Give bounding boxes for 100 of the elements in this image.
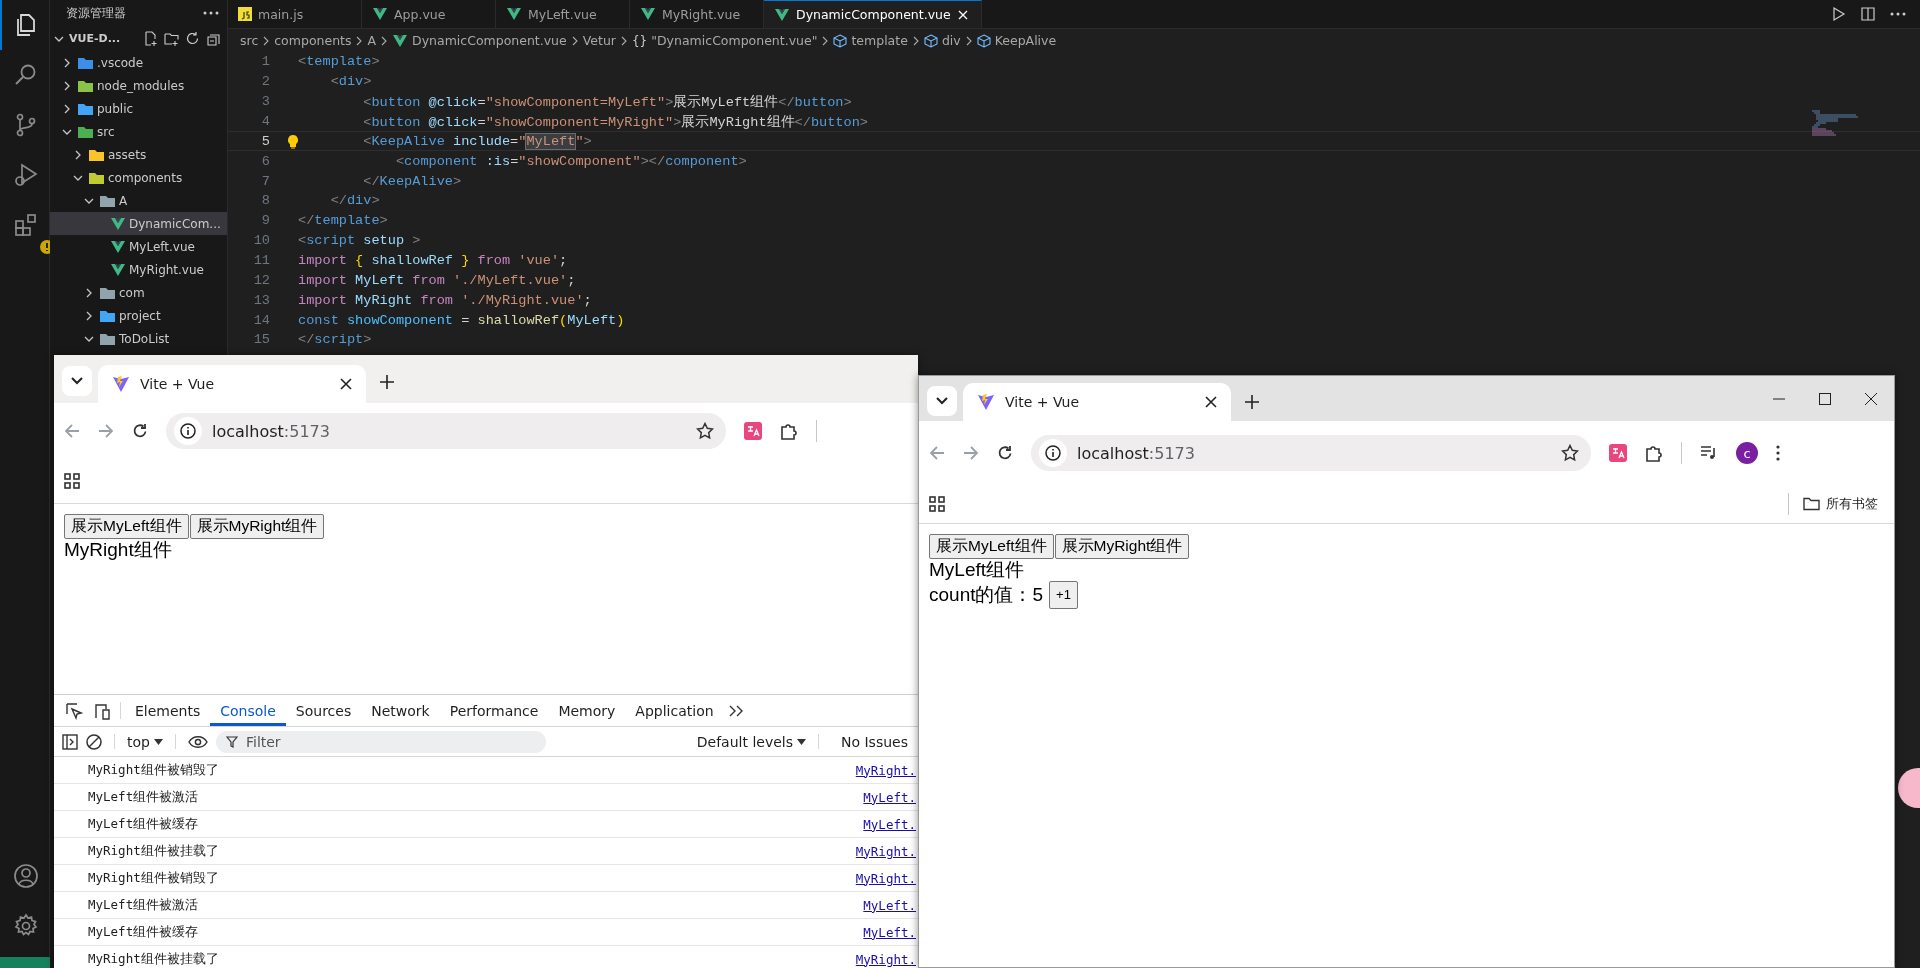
folder-item[interactable]: src bbox=[50, 120, 227, 143]
source-link[interactable]: MyRight. bbox=[855, 762, 918, 778]
file-item[interactable]: MyRight.vue bbox=[50, 258, 227, 281]
source-link[interactable]: MyLeft. bbox=[863, 924, 918, 940]
translate-icon[interactable] bbox=[1609, 444, 1627, 462]
puzzle-icon[interactable] bbox=[1645, 444, 1663, 462]
context-dropdown[interactable]: top bbox=[127, 733, 163, 750]
lightbulb-icon[interactable] bbox=[286, 134, 300, 151]
browser-tab[interactable]: Vite + Vue bbox=[963, 383, 1231, 421]
breadcrumb-item[interactable]: src bbox=[240, 33, 259, 48]
breadcrumb-item[interactable]: KeepAlive bbox=[994, 33, 1057, 48]
page-button[interactable]: 展示MyRight组件 bbox=[189, 514, 325, 539]
back-icon[interactable] bbox=[64, 423, 80, 439]
new-folder-icon[interactable] bbox=[164, 31, 179, 46]
increment-button[interactable]: +1 bbox=[1049, 581, 1078, 609]
media-icon[interactable] bbox=[1700, 445, 1718, 461]
devtools-tab[interactable]: Performance bbox=[439, 695, 549, 726]
more-icon[interactable] bbox=[203, 11, 219, 15]
star-icon[interactable] bbox=[1561, 444, 1579, 462]
project-name[interactable]: VUE-D... bbox=[69, 32, 140, 45]
breadcrumb-item[interactable]: components bbox=[274, 33, 352, 48]
reload-icon[interactable] bbox=[997, 445, 1013, 461]
sidebar-icon[interactable] bbox=[62, 733, 78, 750]
breadcrumb-item[interactable]: A bbox=[367, 33, 377, 48]
devtools-tab[interactable]: Console bbox=[210, 695, 286, 726]
folder-item[interactable]: ToDoList bbox=[50, 327, 227, 350]
translate-icon[interactable] bbox=[744, 422, 762, 440]
breadcrumb-item[interactable]: DynamicComponent.vue bbox=[412, 33, 567, 48]
folder-item[interactable]: .vscode bbox=[50, 51, 227, 74]
more-icon[interactable] bbox=[1890, 12, 1906, 16]
folder-item[interactable]: A bbox=[50, 189, 227, 212]
apps-icon[interactable] bbox=[929, 496, 945, 512]
devtools-tab[interactable]: Memory bbox=[548, 695, 626, 726]
new-file-icon[interactable] bbox=[143, 31, 158, 46]
devtools-tab[interactable]: Network bbox=[361, 695, 440, 726]
source-link[interactable]: MyRight. bbox=[855, 870, 918, 886]
extensions-icon[interactable] bbox=[12, 212, 39, 238]
close-icon[interactable] bbox=[340, 378, 352, 390]
refresh-icon[interactable] bbox=[185, 31, 200, 46]
source-link[interactable]: MyLeft. bbox=[863, 816, 918, 832]
file-item[interactable]: MyLeft.vue bbox=[50, 235, 227, 258]
address-bar[interactable]: localhost:5173 bbox=[166, 413, 726, 449]
new-tab-icon[interactable] bbox=[380, 375, 394, 389]
source-link[interactable]: MyRight. bbox=[855, 951, 918, 967]
star-icon[interactable] bbox=[696, 422, 714, 440]
page-button[interactable]: 展示MyLeft组件 bbox=[929, 534, 1054, 559]
code-line: </div> bbox=[329, 193, 380, 209]
new-tab-icon[interactable] bbox=[1245, 394, 1259, 409]
more-icon[interactable] bbox=[1776, 445, 1780, 461]
inspect-icon[interactable] bbox=[65, 701, 83, 720]
clear-console-icon[interactable] bbox=[86, 733, 102, 750]
folder-item[interactable]: com bbox=[50, 281, 227, 304]
all-bookmarks-button[interactable]: 所有书签 bbox=[1799, 493, 1882, 515]
editor-tab[interactable]: DynamicComponent.vue bbox=[764, 0, 982, 28]
puzzle-icon[interactable] bbox=[780, 422, 798, 440]
filter-field[interactable]: Filter bbox=[215, 730, 546, 753]
back-icon[interactable] bbox=[929, 445, 945, 461]
device-toolbar-icon[interactable] bbox=[93, 701, 111, 720]
account-icon[interactable] bbox=[12, 863, 39, 889]
folder-item[interactable]: project bbox=[50, 304, 227, 327]
folder-item[interactable]: assets bbox=[50, 143, 227, 166]
forward-icon[interactable] bbox=[963, 445, 979, 461]
minimize-icon bbox=[1773, 397, 1785, 400]
breadcrumb-item[interactable]: Vetur bbox=[582, 33, 616, 48]
source-link[interactable]: MyRight. bbox=[855, 843, 918, 859]
devtools-tab[interactable]: Sources bbox=[285, 695, 362, 726]
more-tabs-icon[interactable] bbox=[728, 704, 743, 717]
page-button[interactable]: 展示MyRight组件 bbox=[1054, 534, 1190, 559]
breadcrumb-item[interactable]: "DynamicComponent.vue" bbox=[651, 33, 818, 48]
close-icon[interactable] bbox=[1205, 396, 1217, 408]
source-link[interactable]: MyLeft. bbox=[863, 897, 918, 913]
devtools-tab[interactable]: Application bbox=[625, 695, 724, 726]
folder-item[interactable]: public bbox=[50, 97, 227, 120]
source-link[interactable]: MyLeft. bbox=[863, 789, 918, 805]
apps-icon[interactable] bbox=[64, 473, 80, 489]
collapse-icon[interactable] bbox=[206, 31, 221, 46]
site-info-icon[interactable] bbox=[1039, 439, 1067, 467]
page-button[interactable]: 展示MyLeft组件 bbox=[64, 514, 189, 539]
site-info-icon[interactable] bbox=[174, 417, 202, 445]
tab-search-button[interactable] bbox=[927, 385, 957, 416]
devtools-tab[interactable]: Elements bbox=[125, 695, 211, 726]
reload-icon[interactable] bbox=[132, 423, 148, 439]
address-bar[interactable]: localhost:5173 bbox=[1031, 435, 1591, 471]
eye-icon[interactable] bbox=[187, 734, 208, 749]
browser-tab[interactable]: Vite + Vue bbox=[98, 365, 366, 403]
split-editor-icon[interactable] bbox=[1860, 6, 1876, 22]
file-item[interactable]: DynamicCom... bbox=[50, 212, 227, 235]
breadcrumb-item[interactable]: div bbox=[941, 33, 961, 48]
tab-search-button[interactable] bbox=[62, 366, 92, 396]
close-icon[interactable] bbox=[956, 8, 969, 21]
folder-item[interactable]: components bbox=[50, 166, 227, 189]
run-debug-icon[interactable] bbox=[12, 162, 39, 188]
settings-icon[interactable] bbox=[12, 913, 39, 939]
breadcrumb-item[interactable]: template bbox=[851, 33, 908, 48]
issues-button[interactable]: No Issues bbox=[831, 733, 918, 750]
profile-avatar[interactable]: c bbox=[1736, 442, 1758, 464]
log-levels-dropdown[interactable]: Default levels bbox=[696, 733, 806, 750]
run-icon[interactable] bbox=[1830, 6, 1846, 22]
folder-item[interactable]: node_modules bbox=[50, 74, 227, 97]
forward-icon[interactable] bbox=[98, 423, 114, 439]
